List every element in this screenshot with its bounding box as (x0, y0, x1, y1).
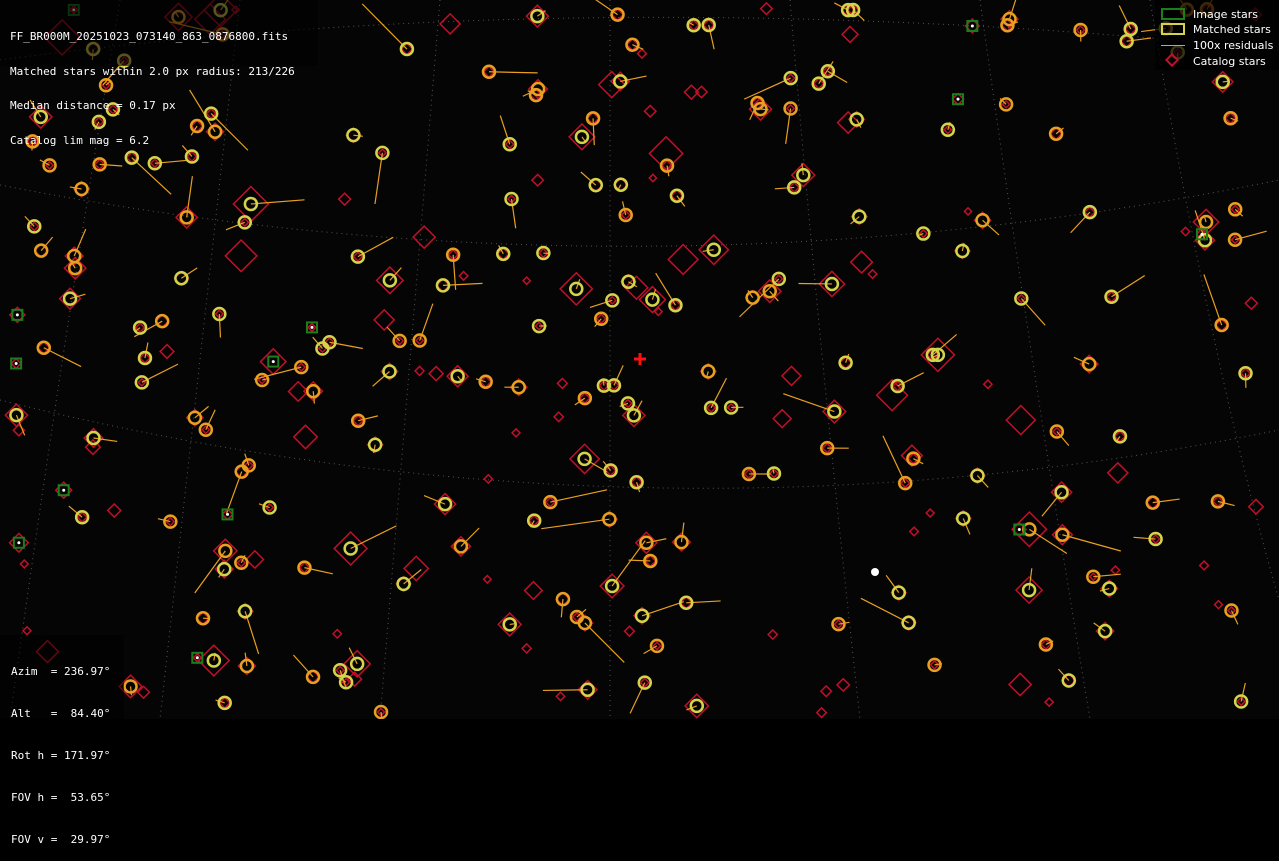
median-distance: Median distance = 0.17 px (10, 100, 318, 112)
fov-vertical: FOV v = 29.97° (11, 833, 124, 847)
image-star-core (15, 362, 18, 365)
legend-label: Catalog stars (1193, 55, 1266, 68)
image-star-core (971, 24, 974, 27)
fov-horizontal: FOV h = 53.65° (11, 791, 124, 805)
legend-item-image-stars: Image stars (1161, 7, 1258, 21)
image-star-core (226, 513, 229, 516)
legend-item-matched-stars: Matched stars (1161, 22, 1271, 36)
image-star-core (1018, 528, 1021, 531)
legend-item-residuals: 100x residuals (1161, 38, 1273, 52)
image-star-core (957, 98, 960, 101)
image-star-core (196, 656, 199, 659)
catalog-limit: Catalog lim mag = 6.2 (10, 135, 318, 147)
image-star-core (16, 313, 19, 316)
image-star-core (310, 326, 313, 329)
bright-star (871, 568, 879, 576)
legend: Image stars Matched stars 100x residuals… (1155, 0, 1279, 70)
legend-label: Image stars (1193, 8, 1258, 21)
rotation: Rot h = 171.97° (11, 749, 124, 763)
pointing-info-panel: Azim = 236.97° Alt = 84.40° Rot h = 171.… (0, 635, 124, 719)
green-square-icon (1161, 8, 1185, 20)
image-star-core (62, 489, 65, 492)
legend-label: Matched stars (1193, 23, 1271, 36)
image-star-core (17, 541, 20, 544)
legend-item-catalog-stars: Catalog stars (1161, 54, 1266, 68)
fits-filename: FF_BR000M_20251023_073140_863_0876800.fi… (10, 31, 318, 43)
legend-label: 100x residuals (1193, 39, 1273, 52)
red-diamond-icon (1161, 56, 1185, 66)
azimuth: Azim = 236.97° (11, 665, 124, 679)
matched-count: Matched stars within 2.0 px radius: 213/… (10, 66, 318, 78)
yellow-square-icon (1161, 23, 1185, 35)
residual-line (629, 560, 651, 561)
image-star-core (272, 360, 275, 363)
fit-info-panel: FF_BR000M_20251023_073140_863_0876800.fi… (0, 0, 318, 66)
orange-line-icon (1161, 40, 1185, 50)
image-star-core (1201, 233, 1204, 236)
